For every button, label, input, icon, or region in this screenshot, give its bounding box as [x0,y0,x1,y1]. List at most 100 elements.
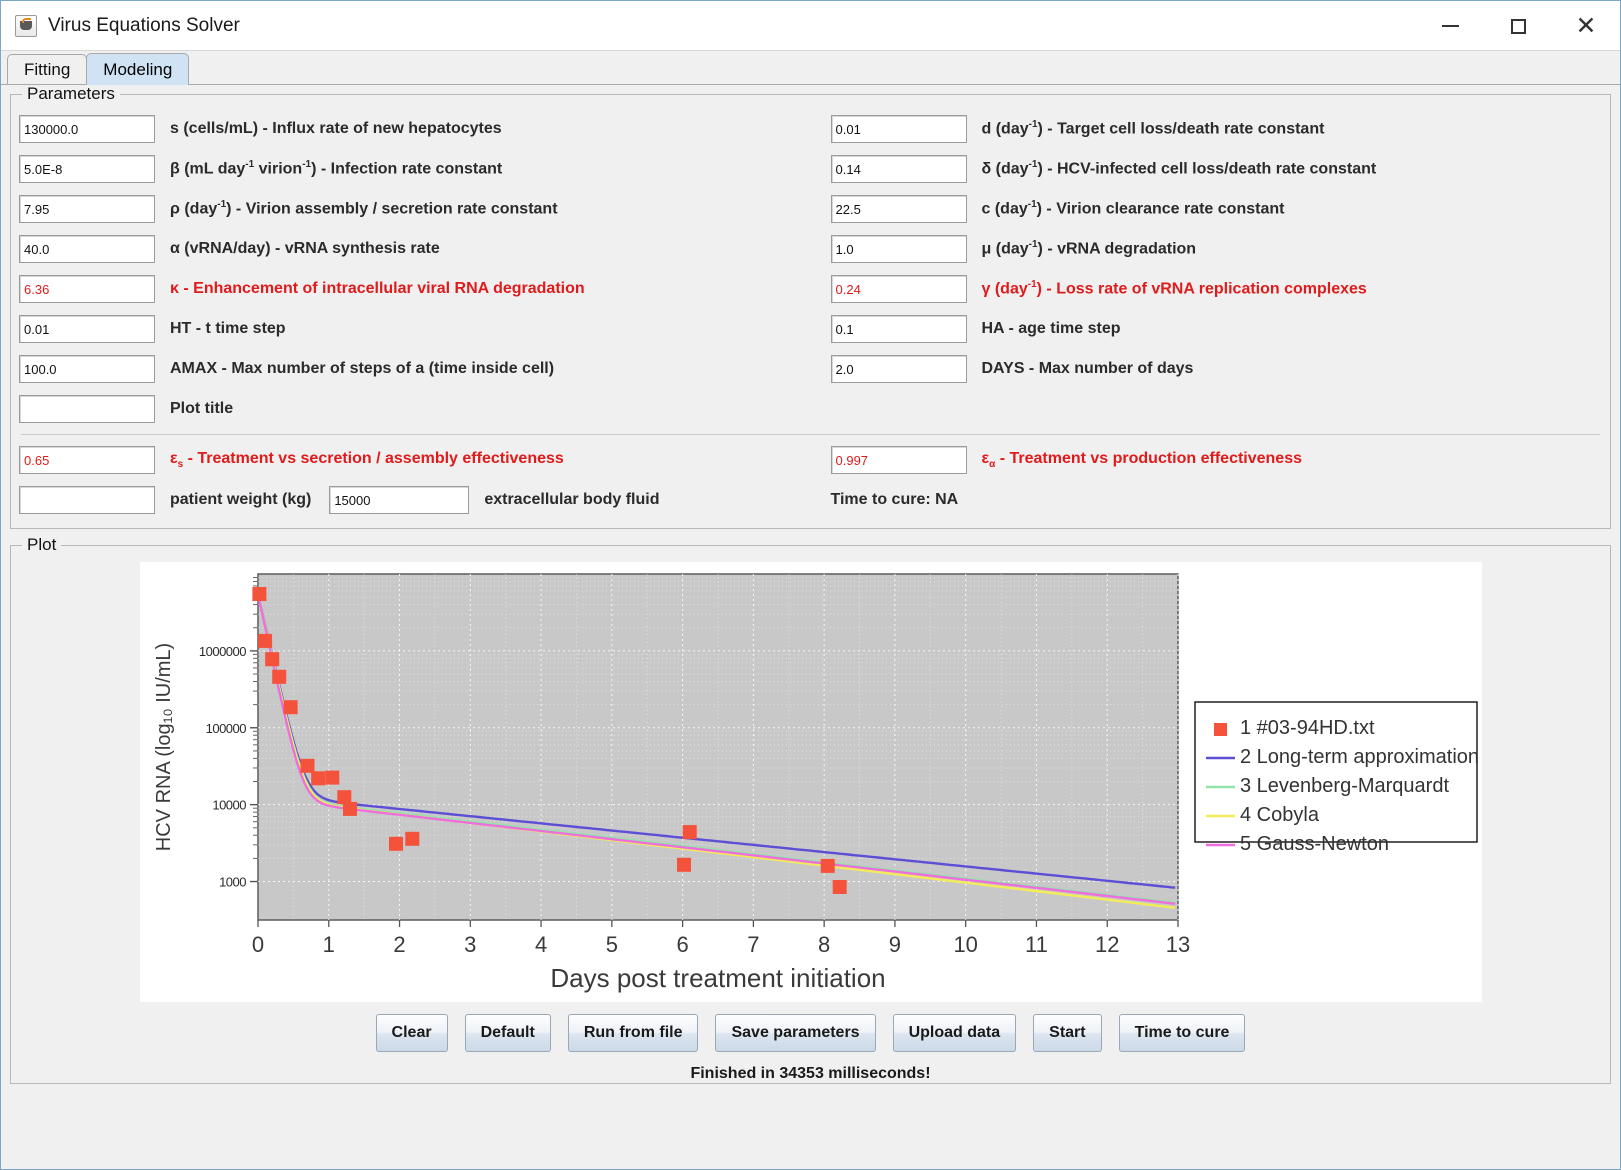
input-days[interactable]: 2.0 [830,355,967,383]
input-eps-s[interactable]: 0.65 [19,446,155,474]
x-tick-label: 10 [953,932,977,957]
param-c: 22.5 c (day-1) - Virion clearance rate c… [811,195,1603,223]
x-tick-label: 8 [818,932,830,957]
run-from-file-button[interactable]: Run from file [567,1014,699,1052]
param-beta: 5.0E-8 β (mL day-1 virion-1) - Infection… [19,155,811,183]
window-controls: ✕ [1416,1,1620,51]
input-beta[interactable]: 5.0E-8 [19,155,155,183]
default-button[interactable]: Default [464,1014,551,1052]
data-point [342,801,357,816]
data-point [820,858,835,873]
param-row: 0.65 εs - Treatment vs secretion / assem… [19,440,1602,480]
x-axis-title: Days post treatment initiation [550,963,885,993]
input-c[interactable]: 22.5 [830,195,967,223]
param-rho: 7.95 ρ (day-1) - Virion assembly / secre… [19,195,811,223]
param-d: 0.01 d (day-1) - Target cell loss/death … [811,115,1603,143]
label-gamma: γ (day-1) - Loss rate of vRNA replicatio… [981,279,1367,298]
data-point [300,758,314,773]
param-gamma: 0.24 γ (day-1) - Loss rate of vRNA repli… [811,275,1603,303]
app-window: Virus Equations Solver ✕ Fitting Modelin… [0,0,1621,1170]
legend-label: 3 Levenberg-Marquardt [1240,775,1449,797]
label-time-to-cure: Time to cure: NA [830,491,959,508]
time-to-cure-button[interactable]: Time to cure [1118,1014,1246,1052]
tab-fitting[interactable]: Fitting [7,54,88,84]
input-mu[interactable]: 1.0 [830,235,967,263]
x-tick-label: 12 [1094,932,1118,957]
x-tick-label: 7 [747,932,759,957]
data-point [324,770,339,785]
input-ha[interactable]: 0.1 [830,315,967,343]
time-to-cure-readout: Time to cure: NA [811,491,1603,509]
upload-data-button[interactable]: Upload data [892,1014,1017,1052]
tab-bar: Fitting Modeling [1,51,1620,85]
label-plot-title: Plot title [170,400,234,417]
param-row: 5.0E-8 β (mL day-1 virion-1) - Infection… [19,149,1602,189]
plot-panel-title: Plot [22,535,62,555]
close-icon[interactable]: ✕ [1552,1,1620,51]
input-gamma[interactable]: 0.24 [830,275,967,303]
data-point [388,836,403,851]
input-rho[interactable]: 7.95 [19,195,155,223]
x-tick-label: 5 [605,932,617,957]
legend-label: 5 Gauss-Newton [1240,833,1389,855]
plot-panel: Plot 1000000 100000 10000 1000 0 1 2 3 4 5 6 7 8 9 10… [10,535,1611,1084]
tab-modeling[interactable]: Modeling [86,53,190,85]
param-row: 100.0 AMAX - Max number of steps of a (t… [19,349,1602,389]
minimize-button[interactable] [1416,1,1484,51]
java-coffee-cup-icon [15,14,37,37]
input-patient-weight[interactable] [19,486,155,514]
param-row: patient weight (kg) 15000 extracellular … [19,480,1602,520]
chart-legend: 1 #03-94HD.txt 2 Long-term approximation 3… [1193,701,1479,855]
param-row: 0.01 HT - t time step 0.1 HA - age time … [19,309,1602,349]
input-alpha[interactable]: 40.0 [19,235,155,263]
param-row: 130000.0 s (cells/mL) - Influx rate of n… [19,109,1602,149]
input-amax[interactable]: 100.0 [19,355,155,383]
chart-canvas[interactable]: 1000000 100000 10000 1000 0 1 2 3 4 5 6 7 8 9 10 11 12 1… [139,562,1482,1002]
param-delta: 0.14 δ (day-1) - HCV-infected cell loss/… [811,155,1603,183]
input-body-fluid[interactable]: 15000 [329,486,470,514]
input-d[interactable]: 0.01 [830,115,967,143]
title-bar: Virus Equations Solver ✕ [1,1,1620,51]
x-tick-label: 9 [888,932,900,957]
label-body-fluid: extracellular body fluid [484,491,660,508]
x-tick-label: 2 [393,932,405,957]
label-delta: δ (day-1) - HCV-infected cell loss/death… [981,159,1377,178]
legend-label: 1 #03-94HD.txt [1240,717,1375,739]
y-tick-label: 100000 [205,721,246,736]
y-tick-label: 1000 [219,875,246,890]
start-button[interactable]: Start [1033,1014,1102,1052]
param-mu: 1.0 μ (day-1) - vRNA degradation [811,235,1603,263]
param-eps-a: 0.997 εα - Treatment vs production effec… [811,446,1603,474]
input-delta[interactable]: 0.14 [830,155,967,183]
x-tick-label: 4 [534,932,546,957]
input-s[interactable]: 130000.0 [19,115,155,143]
x-tick-label: 3 [464,932,476,957]
input-eps-a[interactable]: 0.997 [830,446,967,474]
label-mu: μ (day-1) - vRNA degradation [981,239,1197,258]
param-kappa: 6.36 κ - Enhancement of intracellular vi… [19,275,811,303]
y-axis-title: HCV RNA (log₁₀ IU/mL) [153,643,175,851]
input-ht[interactable]: 0.01 [19,315,155,343]
param-plot-title: Plot title [19,395,811,423]
label-eps-a: εα - Treatment vs production effectivene… [981,449,1303,471]
param-row: 6.36 κ - Enhancement of intracellular vi… [19,269,1602,309]
label-kappa: κ - Enhancement of intracellular viral R… [170,280,585,297]
data-point [271,669,286,684]
x-tick-label: 13 [1165,932,1189,957]
maximize-button[interactable] [1484,1,1552,51]
clear-button[interactable]: Clear [375,1014,448,1052]
save-parameters-button[interactable]: Save parameters [715,1014,876,1052]
y-tick-label: 1000000 [198,644,245,659]
label-c: c (day-1) - Virion clearance rate consta… [981,199,1285,218]
param-row: Plot title [19,389,1602,429]
label-patient-weight: patient weight (kg) [170,491,312,508]
hcv-rna-chart: 1000000100000100001000 0 1 2 3 4 5 6 7 8 9 10 11 12 1… [139,562,1482,1002]
input-kappa[interactable]: 6.36 [19,275,155,303]
param-ha: 0.1 HA - age time step [811,315,1603,343]
input-plot-title[interactable] [19,395,155,423]
param-s: 130000.0 s (cells/mL) - Influx rate of n… [19,115,811,143]
param-row: 40.0 α (vRNA/day) - vRNA synthesis rate … [19,229,1602,269]
parameters-panel-title: Parameters [22,84,120,104]
param-days: 2.0 DAYS - Max number of days [811,355,1603,383]
x-tick-label: 0 [251,932,263,957]
